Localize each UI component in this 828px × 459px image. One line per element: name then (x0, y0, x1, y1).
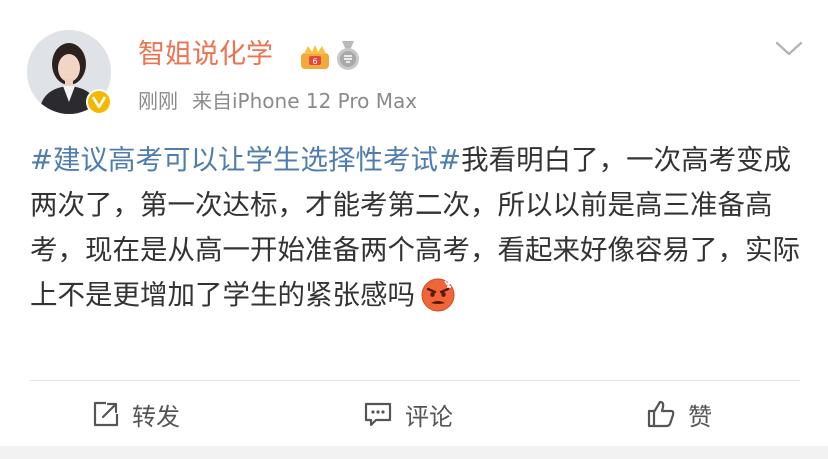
divider (30, 380, 800, 381)
timestamp: 刚刚 (138, 89, 178, 113)
crown-badge-icon[interactable]: 6 (300, 44, 330, 70)
bottom-separator (0, 446, 828, 459)
comment-button[interactable]: 评论 (363, 388, 453, 440)
repost-button[interactable]: 转发 (92, 388, 180, 440)
like-button[interactable]: 赞 (646, 388, 712, 440)
angry-face-emoji (421, 278, 455, 326)
medal-badge-icon[interactable] (335, 41, 361, 71)
like-label: 赞 (688, 402, 712, 431)
username[interactable]: 智姐说化学 (138, 37, 273, 73)
comment-label: 评论 (405, 402, 453, 431)
svg-text:6: 6 (312, 57, 317, 66)
verified-v-icon (86, 89, 112, 115)
action-bar: 转发 评论 赞 (0, 388, 828, 440)
thumbs-up-icon (647, 400, 675, 428)
comment-icon (364, 402, 392, 427)
post-source: 来自iPhone 12 Pro Max (192, 89, 418, 113)
post-meta: 刚刚 来自iPhone 12 Pro Max (138, 87, 417, 115)
hashtag-link[interactable]: #建议高考可以让学生选择性考试# (30, 144, 461, 176)
chevron-down-icon[interactable] (774, 38, 804, 58)
repost-icon (93, 401, 119, 427)
repost-label: 转发 (132, 402, 180, 431)
post-text: #建议高考可以让学生选择性考试#我看明白了，一次高考变成两次了，第一次达标，才能… (30, 138, 800, 326)
